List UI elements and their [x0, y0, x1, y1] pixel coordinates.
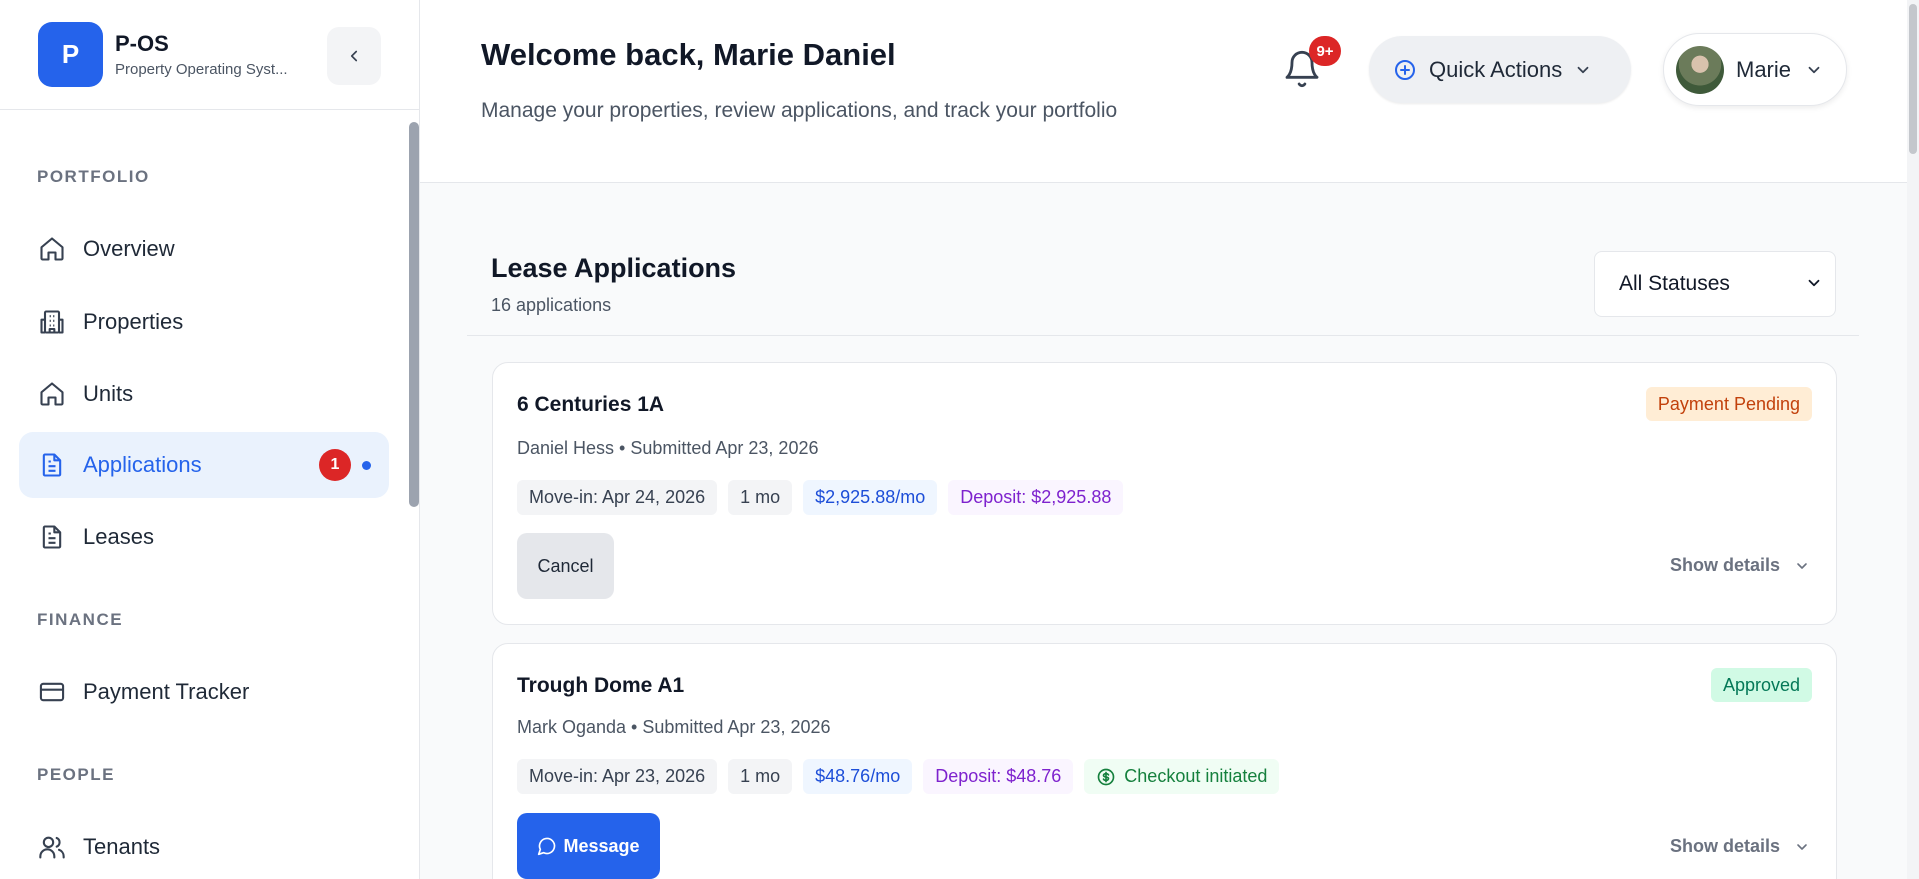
- page-title: Welcome back, Marie Daniel: [481, 37, 896, 72]
- move-in-chip: Move-in: Apr 23, 2026: [517, 759, 718, 794]
- section-title: Lease Applications: [491, 253, 737, 283]
- users-icon: [37, 832, 67, 862]
- page-scrollbar-thumb[interactable]: [1909, 4, 1917, 154]
- show-details-label: Show details: [1669, 836, 1780, 856]
- home-icon: [37, 379, 67, 409]
- brand-logo[interactable]: P: [38, 22, 103, 87]
- status-filter-select[interactable]: All Statuses: [1594, 251, 1836, 317]
- applications-count: 16 applications: [491, 295, 612, 315]
- message-circle-icon: [537, 836, 557, 856]
- chevron-down-icon: [1577, 66, 1589, 73]
- credit-card-icon: [37, 677, 67, 707]
- brand-header: P P-OS Property Operating Syst...: [0, 0, 419, 110]
- section-label-finance: FINANCE: [37, 610, 124, 629]
- cancel-button[interactable]: Cancel: [517, 533, 614, 599]
- chevron-down-icon: [1794, 558, 1810, 574]
- quick-actions-label: Quick Actions: [1429, 56, 1563, 82]
- sidebar-item-applications[interactable]: Applications 1: [19, 432, 389, 498]
- quick-actions-button[interactable]: Quick Actions: [1369, 36, 1631, 103]
- sidebar-item-units[interactable]: Units: [19, 361, 389, 427]
- applications-list-header: Lease Applications 16 applications All S…: [467, 233, 1859, 336]
- rent-chip: $2,925.88/mo: [803, 480, 938, 515]
- application-card: Trough Dome A1 Approved Mark Oganda • Su…: [492, 643, 1837, 879]
- main-content: Lease Applications 16 applications All S…: [420, 183, 1907, 879]
- sidebar-item-label: Overview: [83, 236, 175, 261]
- building-icon: [37, 307, 67, 337]
- application-card: 6 Centuries 1A Payment Pending Daniel He…: [492, 362, 1837, 625]
- show-details-label: Show details: [1669, 555, 1780, 575]
- application-property: Trough Dome A1: [517, 674, 685, 697]
- sidebar-item-label: Tenants: [83, 834, 161, 859]
- chevron-down-icon: [1794, 839, 1810, 855]
- brand-name: P-OS: [115, 31, 169, 56]
- status-filter-value: All Statuses: [1619, 272, 1730, 295]
- message-button[interactable]: Message: [517, 813, 660, 879]
- sidebar-item-leases[interactable]: Leases: [19, 504, 389, 570]
- application-meta: Mark Oganda • Submitted Apr 23, 2026: [517, 717, 831, 737]
- sidebar-item-label: Units: [83, 381, 134, 406]
- section-label-people: PEOPLE: [37, 765, 115, 784]
- rent-chip: $48.76/mo: [803, 759, 913, 794]
- checkout-status-label: Checkout initiated: [1124, 766, 1268, 786]
- brand-subtitle: Property Operating Syst...: [115, 61, 288, 78]
- term-chip: 1 mo: [728, 480, 793, 515]
- document-icon: [37, 522, 67, 552]
- sidebar-item-tenants[interactable]: Tenants: [19, 814, 389, 879]
- application-chips: Move-in: Apr 24, 2026 1 mo $2,925.88/mo …: [517, 480, 1134, 515]
- sidebar-item-label: Properties: [83, 309, 184, 334]
- user-menu-button[interactable]: Marie: [1663, 33, 1847, 106]
- home-icon: [37, 234, 67, 264]
- show-details-toggle[interactable]: Show details: [1670, 836, 1810, 857]
- deposit-chip: Deposit: $48.76: [923, 759, 1074, 794]
- plus-circle-icon: [1395, 59, 1415, 80]
- message-button-label: Message: [563, 835, 640, 856]
- user-name: Marie: [1736, 56, 1792, 82]
- sidebar-item-label: Applications: [83, 452, 202, 477]
- page-scrollbar[interactable]: [1907, 0, 1919, 879]
- show-details-toggle[interactable]: Show details: [1670, 555, 1810, 576]
- checkout-status-chip: Checkout initiated: [1084, 759, 1280, 794]
- dollar-circle-icon: [1096, 767, 1116, 787]
- brand-text: P-OS Property Operating Syst...: [115, 31, 288, 78]
- sidebar-item-overview[interactable]: Overview: [19, 216, 389, 282]
- chevron-left-icon: [350, 50, 358, 62]
- document-icon: [37, 450, 67, 480]
- application-meta: Daniel Hess • Submitted Apr 23, 2026: [517, 438, 819, 458]
- page-subtitle: Manage your properties, review applicati…: [481, 99, 1118, 122]
- collapse-sidebar-button[interactable]: [327, 27, 381, 85]
- chevron-down-icon: [1808, 279, 1820, 287]
- deposit-chip: Deposit: $2,925.88: [948, 480, 1124, 515]
- sidebar-scrollbar[interactable]: [409, 122, 419, 507]
- move-in-chip: Move-in: Apr 24, 2026: [517, 480, 718, 515]
- status-badge: Approved: [1710, 668, 1812, 702]
- application-property: 6 Centuries 1A: [517, 393, 665, 416]
- sidebar-item-label: Leases: [83, 524, 154, 549]
- sidebar: P P-OS Property Operating Syst... PORTFO…: [0, 0, 420, 879]
- applications-count-badge: 1: [319, 449, 351, 481]
- chevron-down-icon: [1808, 66, 1820, 73]
- status-badge: Payment Pending: [1645, 387, 1812, 421]
- sidebar-item-properties[interactable]: Properties: [19, 289, 389, 355]
- avatar: [1676, 45, 1724, 94]
- active-indicator-dot: [362, 460, 371, 470]
- section-label-portfolio: PORTFOLIO: [37, 167, 150, 186]
- page-header: Welcome back, Marie Daniel Manage your p…: [420, 0, 1907, 183]
- application-chips: Move-in: Apr 23, 2026 1 mo $48.76/mo Dep…: [517, 759, 1290, 794]
- sidebar-item-label: Payment Tracker: [83, 679, 250, 704]
- notifications-badge: 9+: [1309, 36, 1341, 66]
- sidebar-item-payment-tracker[interactable]: Payment Tracker: [19, 659, 389, 725]
- term-chip: 1 mo: [728, 759, 793, 794]
